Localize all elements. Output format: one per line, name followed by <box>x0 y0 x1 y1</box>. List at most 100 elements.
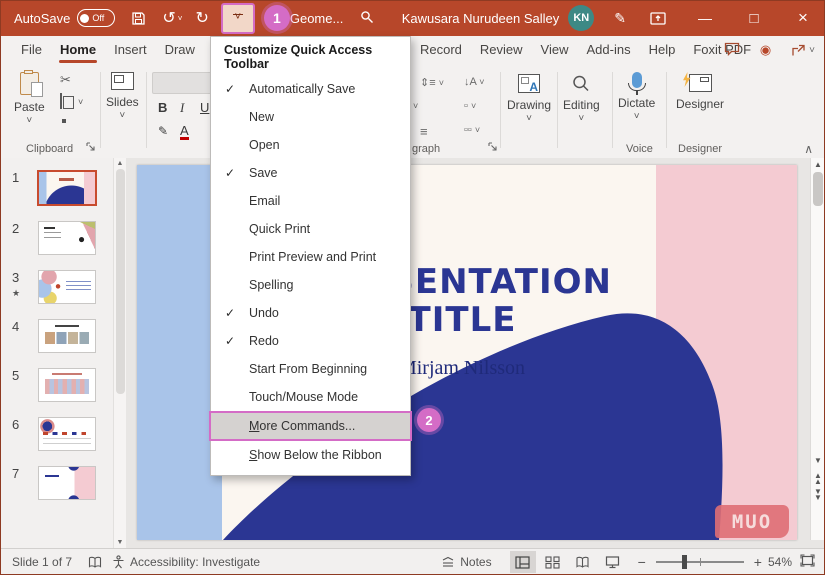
zoom-slider-thumb[interactable] <box>682 555 687 569</box>
menu-item-show-below-the-ribbon[interactable]: Show Below the Ribbon <box>211 441 410 469</box>
menu-item-quick-print[interactable]: Quick Print <box>211 215 410 243</box>
copy-chevron-icon[interactable]: ˅ <box>78 97 83 107</box>
scroll-down-icon[interactable]: ▼ <box>117 539 124 546</box>
menu-item-save[interactable]: ✓Save <box>211 159 410 187</box>
hidden-button-chevron[interactable]: ˅ <box>413 101 418 111</box>
slide-thumbnail-1[interactable] <box>37 170 97 206</box>
fit-to-window-button[interactable] <box>800 554 815 570</box>
view-reading-button[interactable] <box>570 551 596 573</box>
slides-chevron-icon: ˅ <box>119 110 125 121</box>
tab-file[interactable]: File <box>12 36 51 64</box>
zoom-slider[interactable] <box>656 561 744 563</box>
text-direction-button[interactable]: ↓A ˅ <box>464 76 485 88</box>
tab-record[interactable]: Record <box>411 36 471 64</box>
tab-view[interactable]: View <box>532 36 578 64</box>
menu-item-start-from-beginning[interactable]: Start From Beginning <box>211 355 410 383</box>
tab-home[interactable]: Home <box>51 36 105 64</box>
bold-button[interactable]: B <box>158 100 167 115</box>
slide-thumbnail-4[interactable] <box>38 319 96 353</box>
minimize-button[interactable]: — <box>695 10 715 26</box>
next-slide-button[interactable]: ▼▼ <box>814 489 822 501</box>
tab-review[interactable]: Review <box>471 36 532 64</box>
justify-button[interactable]: ≡ <box>420 124 428 139</box>
main-scrollbar[interactable]: ▲ ▼ ▲▲ ▼▼ <box>810 158 825 540</box>
user-name[interactable]: Kawusara Nurudeen Salley <box>402 11 560 26</box>
undo-button[interactable]: ↺˅ <box>162 8 182 28</box>
tab-insert[interactable]: Insert <box>105 36 156 64</box>
cut-button[interactable]: ✂ <box>60 72 71 88</box>
collapse-ribbon-button[interactable]: ∧ <box>804 142 813 156</box>
check-icon: ✓ <box>225 82 249 96</box>
quick-access-toolbar-dropdown-button[interactable]: ˅ <box>221 3 255 34</box>
slide-thumbnail-2[interactable] <box>38 221 96 255</box>
font-color-button[interactable]: A <box>180 124 189 140</box>
new-slide-button[interactable]: Slides ˅ <box>106 72 139 121</box>
menu-item-more-commands[interactable]: More Commands... <box>209 411 412 441</box>
share-button[interactable]: ˅ <box>791 44 815 57</box>
panel-scroll-thumb[interactable] <box>116 169 125 394</box>
view-slideshow-button[interactable] <box>600 551 626 573</box>
save-button[interactable] <box>131 11 146 26</box>
clipboard-dialog-launcher[interactable] <box>86 140 95 154</box>
scroll-up-icon[interactable]: ▲ <box>117 160 124 167</box>
copy-button[interactable] <box>60 94 62 108</box>
dictate-button[interactable]: Dictate ˅ <box>618 72 655 122</box>
autosave-toggle[interactable]: Off <box>77 9 115 27</box>
redo-button[interactable]: ↻ <box>195 8 208 28</box>
menu-item-redo[interactable]: ✓Redo <box>211 327 410 355</box>
menu-item-new[interactable]: New <box>211 103 410 131</box>
designer-button[interactable]: Designer <box>676 74 724 111</box>
undo-chevron-icon[interactable]: ˅ <box>178 14 183 23</box>
avatar[interactable]: KN <box>568 5 594 31</box>
drawing-button[interactable]: Drawing ˅ <box>507 74 551 124</box>
underline-button[interactable]: U <box>200 100 209 115</box>
menu-item-undo[interactable]: ✓Undo <box>211 299 410 327</box>
zoom-out-button[interactable]: − <box>638 554 646 570</box>
slide-thumbnail-6[interactable] <box>38 417 96 451</box>
slide-thumbnail-3[interactable] <box>38 270 96 304</box>
menu-item-spelling[interactable]: Spelling <box>211 271 410 299</box>
line-spacing-button[interactable]: ⇕≡ ˅ <box>420 76 444 89</box>
voice-group-label: Voice <box>626 143 653 155</box>
highlight-pen-button[interactable]: ✎ <box>158 124 168 138</box>
view-slide-sorter-button[interactable] <box>540 551 566 573</box>
zoom-level[interactable]: 54% <box>768 555 792 569</box>
slide-thumbnail-5[interactable] <box>38 368 96 402</box>
comments-button[interactable] <box>724 42 740 59</box>
italic-button[interactable]: I <box>180 100 184 116</box>
maximize-button[interactable]: □ <box>744 10 764 27</box>
tab-draw[interactable]: Draw <box>156 36 204 64</box>
zoom-in-button[interactable]: + <box>754 554 762 570</box>
tab-help[interactable]: Help <box>640 36 685 64</box>
paste-button[interactable]: Paste ˅ <box>14 72 45 126</box>
slide-thumbnail-7[interactable] <box>38 466 96 500</box>
previous-slide-button[interactable]: ▲▲ <box>814 473 822 485</box>
menu-item-email[interactable]: Email <box>211 187 410 215</box>
tab-add-ins[interactable]: Add-ins <box>578 36 640 64</box>
ink-pen-button[interactable]: ✎ <box>614 10 626 27</box>
close-button[interactable]: × <box>793 8 813 28</box>
paragraph-dialog-launcher[interactable] <box>488 140 497 154</box>
scroll-up-icon[interactable]: ▲ <box>814 160 822 169</box>
convert-smartart-button[interactable]: ▫▫ ˅ <box>464 124 480 136</box>
view-normal-button[interactable] <box>510 551 536 573</box>
accessibility-checker[interactable]: Accessibility: Investigate <box>112 555 260 569</box>
search-button[interactable] <box>360 10 374 27</box>
main-scroll-thumb[interactable] <box>813 172 823 206</box>
normal-view-icon <box>515 556 530 569</box>
editing-button[interactable]: Editing ˅ <box>563 74 600 124</box>
record-button[interactable]: ◉ <box>760 42 771 58</box>
copy-icon <box>60 93 62 109</box>
reading-view-icon <box>575 556 590 569</box>
share-window-button[interactable] <box>650 12 666 25</box>
menu-item-touch-mouse-mode[interactable]: Touch/Mouse Mode <box>211 383 410 411</box>
align-text-button[interactable]: ▫ ˅ <box>464 100 476 112</box>
menu-item-label: Touch/Mouse Mode <box>249 390 358 404</box>
menu-item-automatically-save[interactable]: ✓Automatically Save <box>211 75 410 103</box>
panel-scrollbar[interactable]: ▲▼ <box>113 158 126 548</box>
menu-item-print-preview-and-print[interactable]: Print Preview and Print <box>211 243 410 271</box>
scroll-down-icon[interactable]: ▼ <box>814 456 822 465</box>
spellcheck-button[interactable] <box>88 556 102 569</box>
notes-button[interactable]: Notes <box>441 555 491 569</box>
menu-item-open[interactable]: Open <box>211 131 410 159</box>
